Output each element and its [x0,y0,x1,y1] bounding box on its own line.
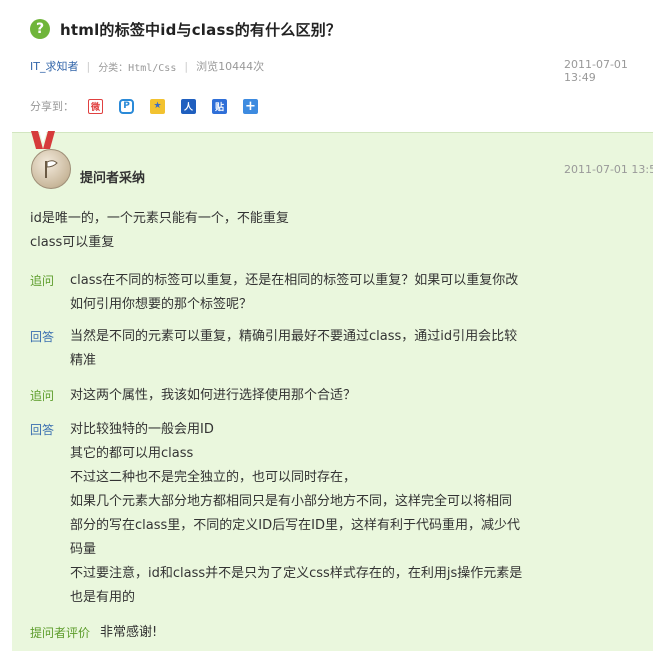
question-header: ? html的标签中id与class的有什么区别？ [30,14,341,44]
author-link[interactable]: IT_求知者 [30,58,78,74]
content-line: 不过要注意，id和class并不是只为了定义css样式存在的，在利用js操作元素… [70,566,523,581]
reply-content: 对比较独特的一般会用ID 其它的都可以用class 不过这二种也不是完全独立的，… [70,418,570,610]
share-bar: 分享到： 微 P ★ 人 贴 + [30,98,274,114]
medal-icon [31,149,71,189]
renren-icon[interactable]: 人 [181,98,196,114]
reply-tag: 回答 [30,330,55,344]
tieba-icon[interactable]: 贴 [212,98,227,114]
question-title: html的标签中id与class的有什么区别？ [60,20,342,39]
reply-tag: 回答 [30,423,55,437]
answer-date: 2011-07-01 13:50 [564,163,653,176]
answer-line: class可以重复 [30,235,115,250]
follow-up-tag: 追问 [30,274,55,288]
rating-text: 非常感谢! [100,625,158,640]
divider: | [184,59,189,73]
divider: | [86,59,91,73]
category-link[interactable]: 分类：Html/Css [98,59,176,74]
more-icon[interactable]: + [243,98,258,114]
view-count: 浏览10444次 [196,60,265,73]
content-line: 如果几个元素大部分地方都相同只是有小部分地方不同，这样完全可以将相同 [70,494,513,509]
reply-content: 当然是不同的元素可以重复，精确引用最好不要通过class，通过id引用会比较 精… [70,325,570,373]
follow-up-content: class在不同的标签可以重复，还是在相同的标签可以重复？如果可以重复你改 如何… [70,269,570,317]
share-label: 分享到： [30,100,74,113]
content-line: 对这两个属性，我该如何进行选择使用那个合适？ [70,388,357,403]
follow-up-tag: 追问 [30,389,55,403]
content-line: class在不同的标签可以重复，还是在相同的标签可以重复？如果可以重复你改 [70,273,519,288]
answer-line: id是唯一的，一个元素只能有一个，不能重复 [30,211,289,226]
weibo-icon[interactable]: 微 [88,98,103,114]
follow-up-question: 追问 class在不同的标签可以重复，还是在相同的标签可以重复？如果可以重复你改… [30,269,570,317]
answer-text: id是唯一的，一个元素只能有一个，不能重复 class可以重复 [30,207,289,255]
content-line: 也是有用的 [70,590,136,605]
adopted-label: 提问者采纳 [80,171,146,186]
content-line: 不过这二种也不是完全独立的，也可以同时存在， [70,470,357,485]
content-line: 部分的写在class里，不同的定义ID后写在ID里，这样有利于代码重用，减少代 [70,518,520,533]
qzone-icon[interactable]: ★ [150,98,165,114]
accepted-answer: 提问者采纳 2011-07-01 13:50 id是唯一的，一个元素只能有一个，… [12,131,653,651]
rating-label: 提问者评价 [30,626,91,640]
asker-rating: 提问者评价 非常感谢! [30,621,157,645]
follow-up-content: 对这两个属性，我该如何进行选择使用那个合适？ [70,384,570,408]
follow-up-question: 追问 对这两个属性，我该如何进行选择使用那个合适？ [30,384,570,408]
question-icon: ? [30,19,50,39]
content-line: 如何引用你想要的那个标签呢？ [70,297,253,312]
reply: 回答 当然是不同的元素可以重复，精确引用最好不要通过class，通过id引用会比… [30,325,570,373]
content-line: 对比较独特的一般会用ID [70,422,214,437]
question-date: 2011-07-01 13:49 [564,58,628,84]
content-line: 码量 [70,542,97,557]
reply: 回答 对比较独特的一般会用ID 其它的都可以用class 不过这二种也不是完全独… [30,418,570,610]
question-meta: IT_求知者 | 分类：Html/Css | 浏览10444次 2011-07-… [30,58,653,84]
qq-icon[interactable]: P [119,98,134,114]
content-line: 精准 [70,353,97,368]
content-line: 当然是不同的元素可以重复，精确引用最好不要通过class，通过id引用会比较 [70,329,518,344]
content-line: 其它的都可以用class [70,446,194,461]
medal-ribbon-icon [31,131,55,149]
